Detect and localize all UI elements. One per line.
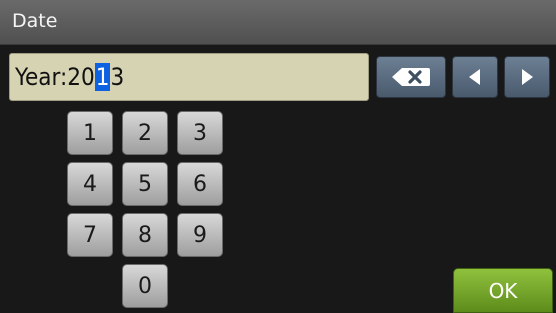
cursor-left-button[interactable]: [452, 56, 498, 98]
backspace-icon: [392, 68, 430, 86]
date-entry-screen: Date Year:2013 1 2 3 4 5 6 7 8 9 0 OK: [0, 0, 556, 313]
key-5[interactable]: 5: [122, 162, 168, 206]
key-4[interactable]: 4: [67, 162, 113, 206]
key-7[interactable]: 7: [67, 213, 113, 257]
year-value-before: 20: [67, 63, 95, 91]
cursor-right-button[interactable]: [504, 56, 550, 98]
key-2[interactable]: 2: [122, 111, 168, 155]
key-1[interactable]: 1: [67, 111, 113, 155]
screen-title: Date: [12, 10, 58, 32]
key-3[interactable]: 3: [177, 111, 223, 155]
backspace-button[interactable]: [376, 56, 446, 98]
year-value-after: 3: [110, 63, 125, 91]
arrow-left-icon: [469, 69, 480, 85]
year-input[interactable]: Year:2013: [9, 53, 369, 101]
ok-button[interactable]: OK: [453, 268, 553, 313]
cursor-digit: 1: [94, 63, 111, 91]
year-label: Year:: [15, 63, 68, 91]
key-8[interactable]: 8: [122, 213, 168, 257]
key-0[interactable]: 0: [122, 264, 168, 308]
title-bar: Date: [0, 0, 556, 45]
key-9[interactable]: 9: [177, 213, 223, 257]
key-6[interactable]: 6: [177, 162, 223, 206]
arrow-right-icon: [522, 69, 533, 85]
